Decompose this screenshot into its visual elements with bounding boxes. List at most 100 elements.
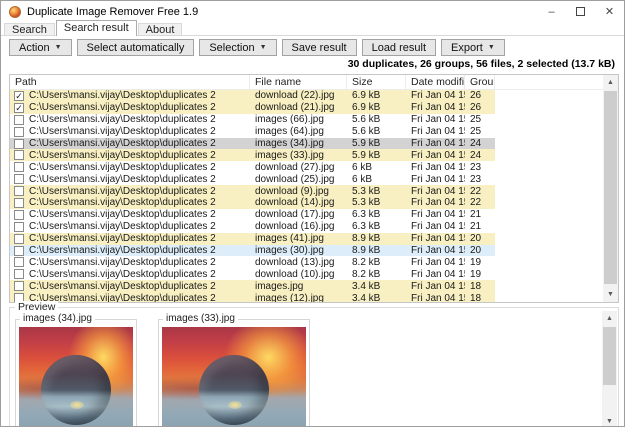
table-row[interactable]: C:\Users\mansi.vijay\Desktop\duplicates … <box>10 197 618 209</box>
file-path: C:\Users\mansi.vijay\Desktop\duplicates … <box>29 233 216 244</box>
export-button[interactable]: Export▼ <box>441 39 505 56</box>
preview-label: Preview <box>15 301 58 313</box>
table-row[interactable]: C:\Users\mansi.vijay\Desktop\duplicates … <box>10 280 618 292</box>
row-checkbox-checked[interactable]: ✓ <box>14 91 24 101</box>
date-modified: Fri Jan 04 15:2... <box>406 256 465 268</box>
row-checkbox[interactable] <box>14 210 24 220</box>
scrollbar-thumb[interactable] <box>604 91 617 284</box>
row-checkbox[interactable] <box>14 162 24 172</box>
file-name: download (9).jpg <box>250 185 347 197</box>
row-checkbox[interactable] <box>14 150 24 160</box>
file-name: images (34).jpg <box>250 138 347 150</box>
table-row[interactable]: C:\Users\mansi.vijay\Desktop\duplicates … <box>10 209 618 221</box>
group-number: 24 <box>465 149 495 161</box>
table-row[interactable]: C:\Users\mansi.vijay\Desktop\duplicates … <box>10 292 618 303</box>
scroll-down-icon[interactable]: ▼ <box>602 414 617 427</box>
tab-search[interactable]: Search <box>4 23 55 36</box>
scroll-up-icon[interactable]: ▲ <box>602 311 617 326</box>
table-row[interactable]: C:\Users\mansi.vijay\Desktop\duplicates … <box>10 161 618 173</box>
column-header-file-name[interactable]: File name <box>250 75 347 89</box>
file-path: C:\Users\mansi.vijay\Desktop\duplicates … <box>29 197 216 208</box>
date-modified: Fri Jan 04 15:2... <box>406 209 465 221</box>
crystal-ball <box>199 355 269 425</box>
row-checkbox[interactable] <box>14 174 24 184</box>
file-path: C:\Users\mansi.vijay\Desktop\duplicates … <box>29 126 216 137</box>
close-button[interactable]: ✕ <box>595 1 624 22</box>
load-result-button[interactable]: Load result <box>362 39 436 56</box>
table-row[interactable]: C:\Users\mansi.vijay\Desktop\duplicates … <box>10 221 618 233</box>
table-row[interactable]: ✓C:\Users\mansi.vijay\Desktop\duplicates… <box>10 102 618 114</box>
table-row[interactable]: ✓C:\Users\mansi.vijay\Desktop\duplicates… <box>10 90 618 102</box>
file-path: C:\Users\mansi.vijay\Desktop\duplicates … <box>29 221 216 232</box>
row-checkbox[interactable] <box>14 257 24 267</box>
table-row[interactable]: C:\Users\mansi.vijay\Desktop\duplicates … <box>10 149 618 161</box>
action-button[interactable]: Action▼ <box>9 39 72 56</box>
column-header-size[interactable]: Size <box>347 75 406 89</box>
file-size: 6.3 kB <box>347 221 406 233</box>
table-row[interactable]: C:\Users\mansi.vijay\Desktop\duplicates … <box>10 114 618 126</box>
file-name: images (64).jpg <box>250 126 347 138</box>
row-checkbox-checked[interactable]: ✓ <box>14 103 24 113</box>
row-filler <box>495 173 618 185</box>
table-scrollbar[interactable]: ▲ ▼ <box>603 75 618 302</box>
row-checkbox[interactable] <box>14 198 24 208</box>
row-checkbox[interactable] <box>14 139 24 149</box>
tab-about[interactable]: About <box>138 23 183 36</box>
row-filler <box>495 256 618 268</box>
path-cell: C:\Users\mansi.vijay\Desktop\duplicates … <box>10 161 250 173</box>
group-number: 23 <box>465 173 495 185</box>
group-number: 25 <box>465 114 495 126</box>
table-row[interactable]: C:\Users\mansi.vijay\Desktop\duplicates … <box>10 173 618 185</box>
button-label: Save result <box>292 42 347 54</box>
table-row[interactable]: C:\Users\mansi.vijay\Desktop\duplicates … <box>10 185 618 197</box>
column-header-group[interactable]: Group <box>465 75 495 89</box>
row-filler <box>495 209 618 221</box>
tab-search-result[interactable]: Search result <box>56 20 137 36</box>
row-checkbox[interactable] <box>14 222 24 232</box>
table-row[interactable]: C:\Users\mansi.vijay\Desktop\duplicates … <box>10 126 618 138</box>
file-name: images (66).jpg <box>250 114 347 126</box>
maximize-button[interactable] <box>566 1 595 22</box>
selection-button[interactable]: Selection▼ <box>199 39 276 56</box>
table-row[interactable]: C:\Users\mansi.vijay\Desktop\duplicates … <box>10 233 618 245</box>
column-header-date-modified[interactable]: Date modified <box>406 75 465 89</box>
scroll-down-icon[interactable]: ▼ <box>603 287 618 302</box>
row-filler <box>495 292 618 303</box>
file-size: 8.2 kB <box>347 268 406 280</box>
row-checkbox[interactable] <box>14 127 24 137</box>
date-modified: Fri Jan 04 15:3... <box>406 138 465 150</box>
file-name: download (14).jpg <box>250 197 347 209</box>
file-size: 3.4 kB <box>347 292 406 303</box>
row-checkbox[interactable] <box>14 281 24 291</box>
table-row[interactable]: C:\Users\mansi.vijay\Desktop\duplicates … <box>10 268 618 280</box>
save-result-button[interactable]: Save result <box>282 39 357 56</box>
select-automatically-button[interactable]: Select automatically <box>77 39 195 56</box>
row-filler <box>495 90 618 102</box>
group-number: 25 <box>465 126 495 138</box>
preview-image <box>162 327 306 427</box>
path-cell: ✓C:\Users\mansi.vijay\Desktop\duplicates… <box>10 90 250 102</box>
scroll-up-icon[interactable]: ▲ <box>603 75 618 90</box>
column-header-path[interactable]: Path <box>10 75 250 89</box>
row-checkbox[interactable] <box>14 246 24 256</box>
date-modified: Fri Jan 04 15:3... <box>406 102 465 114</box>
minimize-button[interactable]: – <box>537 1 566 22</box>
preview-thumbnail: images (33).jpg <box>158 319 310 427</box>
preview-thumbnail: images (34).jpg <box>15 319 137 427</box>
table-row[interactable]: C:\Users\mansi.vijay\Desktop\duplicates … <box>10 138 618 150</box>
table-row[interactable]: C:\Users\mansi.vijay\Desktop\duplicates … <box>10 245 618 257</box>
row-checkbox[interactable] <box>14 234 24 244</box>
row-checkbox[interactable] <box>14 186 24 196</box>
path-cell: C:\Users\mansi.vijay\Desktop\duplicates … <box>10 197 250 209</box>
row-filler <box>495 149 618 161</box>
row-checkbox[interactable] <box>14 115 24 125</box>
group-number: 21 <box>465 221 495 233</box>
group-number: 19 <box>465 268 495 280</box>
date-modified: Fri Jan 04 15:3... <box>406 173 465 185</box>
preview-scrollbar[interactable]: ▲ ▼ <box>602 311 617 427</box>
file-size: 5.9 kB <box>347 138 406 150</box>
scrollbar-thumb[interactable] <box>603 327 616 385</box>
row-checkbox[interactable] <box>14 269 24 279</box>
table-row[interactable]: C:\Users\mansi.vijay\Desktop\duplicates … <box>10 256 618 268</box>
file-name: download (25).jpg <box>250 173 347 185</box>
